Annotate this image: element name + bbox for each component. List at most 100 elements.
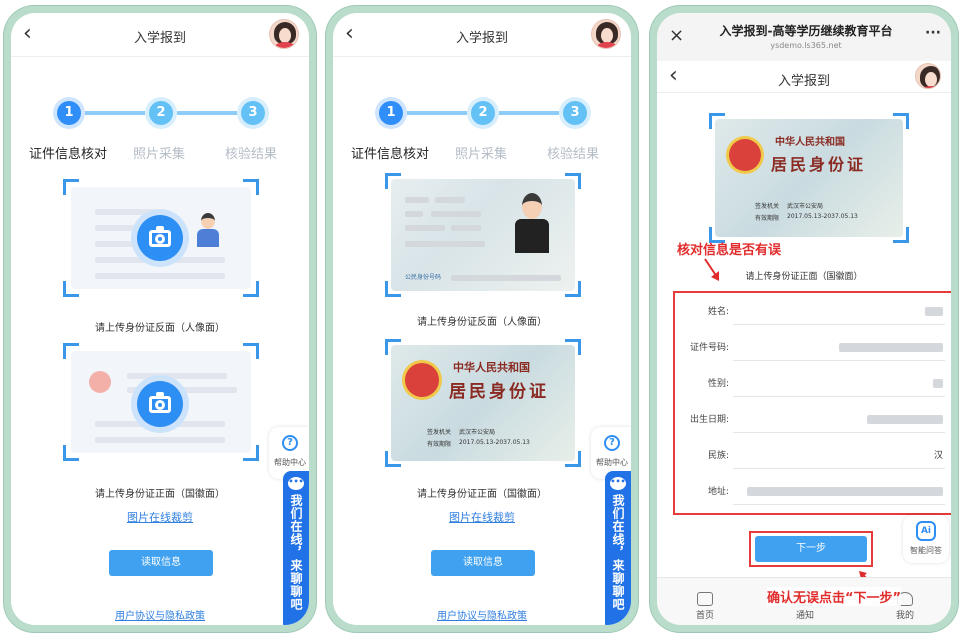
issuing-authority-label: 签发机关 bbox=[755, 203, 780, 210]
close-icon[interactable]: × bbox=[669, 25, 684, 46]
help-center-label: 帮助中心 bbox=[274, 458, 306, 467]
read-info-button[interactable]: 读取信息 bbox=[109, 550, 213, 576]
camera-icon[interactable] bbox=[137, 381, 183, 427]
tab-label: 通知 bbox=[795, 611, 814, 621]
field-label: 姓名: bbox=[707, 307, 729, 317]
avatar[interactable] bbox=[591, 19, 621, 49]
step-1-label: 证件信息核对 bbox=[29, 147, 108, 162]
field-label: 证件号码: bbox=[689, 343, 729, 353]
id-number-label: 公民身份号码 bbox=[405, 274, 442, 281]
tab-label: 我的 bbox=[895, 611, 914, 621]
step-connector bbox=[407, 111, 467, 115]
field-label: 性别: bbox=[707, 379, 729, 389]
page-title: 入学报到 bbox=[455, 31, 508, 46]
browser-url: ysdemo.ls365.net bbox=[770, 41, 842, 50]
id-back-photo: 公民身份号码 bbox=[391, 179, 575, 291]
nav-header: ‹ 入学报到 bbox=[657, 61, 951, 93]
step-3-circle: 3 bbox=[563, 101, 587, 125]
phone-screen-3: × 入学报到-高等学历继续教育平台 ysdemo.ls365.net ··· ‹… bbox=[650, 6, 958, 632]
valid-period-label: 有效期限 bbox=[755, 215, 780, 222]
browser-title: 入学报到-高等学历继续教育平台 bbox=[719, 24, 893, 38]
nav-header: ‹ 入学报到 bbox=[11, 13, 309, 57]
field-birth-date[interactable]: 出生日期: bbox=[675, 401, 951, 439]
upload-back-frame[interactable]: 公民身份号码 bbox=[385, 173, 581, 297]
avatar[interactable] bbox=[915, 63, 941, 89]
valid-period-value: 2017.05.13-2037.05.13 bbox=[459, 439, 530, 446]
camera-icon[interactable] bbox=[137, 215, 183, 261]
question-icon: ? bbox=[604, 435, 620, 451]
online-chat-button[interactable]: ••• 我们在线，来聊聊吧 bbox=[283, 471, 309, 625]
id-front-photo: 中华人民共和国 居民身份证 签发机关 武汉市公安局 有效期限 2017.05.1… bbox=[391, 345, 575, 461]
policy-link[interactable]: 用户协议与隐私政策 bbox=[11, 607, 309, 622]
more-icon[interactable]: ··· bbox=[925, 25, 941, 41]
upload-front-caption: 请上传身份证正面（国徽面） bbox=[95, 489, 225, 500]
upload-front-frame[interactable]: 中华人民共和国 居民身份证 签发机关 武汉市公安局 有效期限 2017.05.1… bbox=[385, 339, 581, 467]
online-chat-button[interactable]: ••• 我们在线，来聊聊吧 bbox=[605, 471, 631, 625]
step-1-label: 证件信息核对 bbox=[351, 147, 430, 162]
step-2-label: 照片采集 bbox=[133, 147, 186, 162]
phone-screen-2: ‹ 入学报到 1 2 3 证件信息核对 照片采集 核验结果 公民身份号码 请上传… bbox=[326, 6, 638, 632]
field-ethnicity[interactable]: 民族: 汉 bbox=[675, 437, 951, 475]
step-1-circle: 1 bbox=[379, 101, 403, 125]
chat-label: 我们在线，来聊聊吧 bbox=[289, 494, 303, 611]
step-2-label: 照片采集 bbox=[455, 147, 508, 162]
id-front-title: 中华人民共和国 bbox=[453, 361, 530, 374]
emblem-icon bbox=[89, 371, 111, 393]
help-center-label: 帮助中心 bbox=[596, 458, 628, 467]
step-2-circle: 2 bbox=[149, 101, 173, 125]
tab-label: 首页 bbox=[695, 611, 714, 621]
upload-back-caption: 请上传身份证反面（人像面） bbox=[417, 317, 547, 328]
upload-front-caption: 请上传身份证正面（国徽面） bbox=[417, 489, 547, 500]
issuing-authority-value: 武汉市公安局 bbox=[787, 203, 824, 210]
person-icon bbox=[197, 213, 219, 247]
step-3-circle: 3 bbox=[241, 101, 265, 125]
upload-back-caption: 请上传身份证反面（人像面） bbox=[95, 323, 225, 334]
field-value: 汉 bbox=[933, 451, 943, 461]
policy-link[interactable]: 用户协议与隐私政策 bbox=[333, 607, 631, 622]
portrait-photo bbox=[515, 193, 549, 253]
valid-period-label: 有效期限 bbox=[427, 441, 452, 448]
step-1-circle: 1 bbox=[57, 101, 81, 125]
nav-header: ‹ 入学报到 bbox=[333, 13, 631, 57]
upload-back-frame[interactable] bbox=[63, 179, 259, 297]
upload-front-frame[interactable]: 中华人民共和国 居民身份证 签发机关 武汉市公安局 有效期限 2017.05.1… bbox=[709, 113, 909, 243]
field-id-number[interactable]: 证件号码: bbox=[675, 329, 951, 367]
id-front-title: 中华人民共和国 bbox=[775, 137, 845, 148]
upload-front-caption: 请上传身份证正面（国徽面） bbox=[745, 272, 863, 282]
chat-bubble-icon: ••• bbox=[288, 477, 304, 490]
avatar[interactable] bbox=[269, 19, 299, 49]
ai-qa-button[interactable]: Ai 智能问答 bbox=[903, 515, 949, 563]
upload-front-frame[interactable] bbox=[63, 343, 259, 461]
national-emblem-icon bbox=[405, 363, 439, 397]
valid-period-value: 2017.05.13-2037.05.13 bbox=[787, 213, 858, 220]
field-label: 地址: bbox=[707, 487, 729, 497]
crop-link[interactable]: 图片在线裁剪 bbox=[11, 509, 309, 525]
page-title: 入学报到 bbox=[777, 74, 830, 89]
step-connector bbox=[499, 111, 559, 115]
read-info-button[interactable]: 读取信息 bbox=[431, 550, 535, 576]
issuing-authority-label: 签发机关 bbox=[427, 429, 452, 436]
tab-home[interactable]: 首页 bbox=[685, 592, 725, 621]
field-gender[interactable]: 性别: bbox=[675, 365, 951, 403]
home-icon bbox=[697, 592, 713, 606]
crop-link[interactable]: 图片在线裁剪 bbox=[333, 509, 631, 525]
step-3-label: 核验结果 bbox=[547, 147, 600, 162]
field-name[interactable]: 姓名: bbox=[675, 293, 951, 331]
page-title: 入学报到 bbox=[133, 31, 186, 46]
step-2-circle: 2 bbox=[471, 101, 495, 125]
annotation-click-next: 确认无误点击“下一步” bbox=[767, 587, 902, 606]
ai-icon: Ai bbox=[916, 521, 936, 541]
chat-bubble-icon: ••• bbox=[610, 477, 626, 490]
field-label: 民族: bbox=[707, 451, 729, 461]
id-front-subtitle: 居民身份证 bbox=[449, 382, 549, 402]
screen-1: ‹ 入学报到 1 2 3 证件信息核对 照片采集 核验结果 请上传身份证反面（人… bbox=[11, 13, 309, 625]
id-info-form: 姓名: 证件号码: 性别: 出生日期: 民族: 汉 地址: bbox=[673, 291, 951, 515]
question-icon: ? bbox=[282, 435, 298, 451]
next-button[interactable]: 下一步 bbox=[755, 536, 867, 562]
field-address[interactable]: 地址: bbox=[675, 473, 951, 511]
screen-3: × 入学报到-高等学历继续教育平台 ysdemo.ls365.net ··· ‹… bbox=[657, 13, 951, 625]
annotation-check-info: 核对信息是否有误 bbox=[677, 243, 782, 258]
field-label: 出生日期: bbox=[689, 415, 729, 425]
national-emblem-icon bbox=[729, 139, 761, 171]
step-connector bbox=[177, 111, 237, 115]
